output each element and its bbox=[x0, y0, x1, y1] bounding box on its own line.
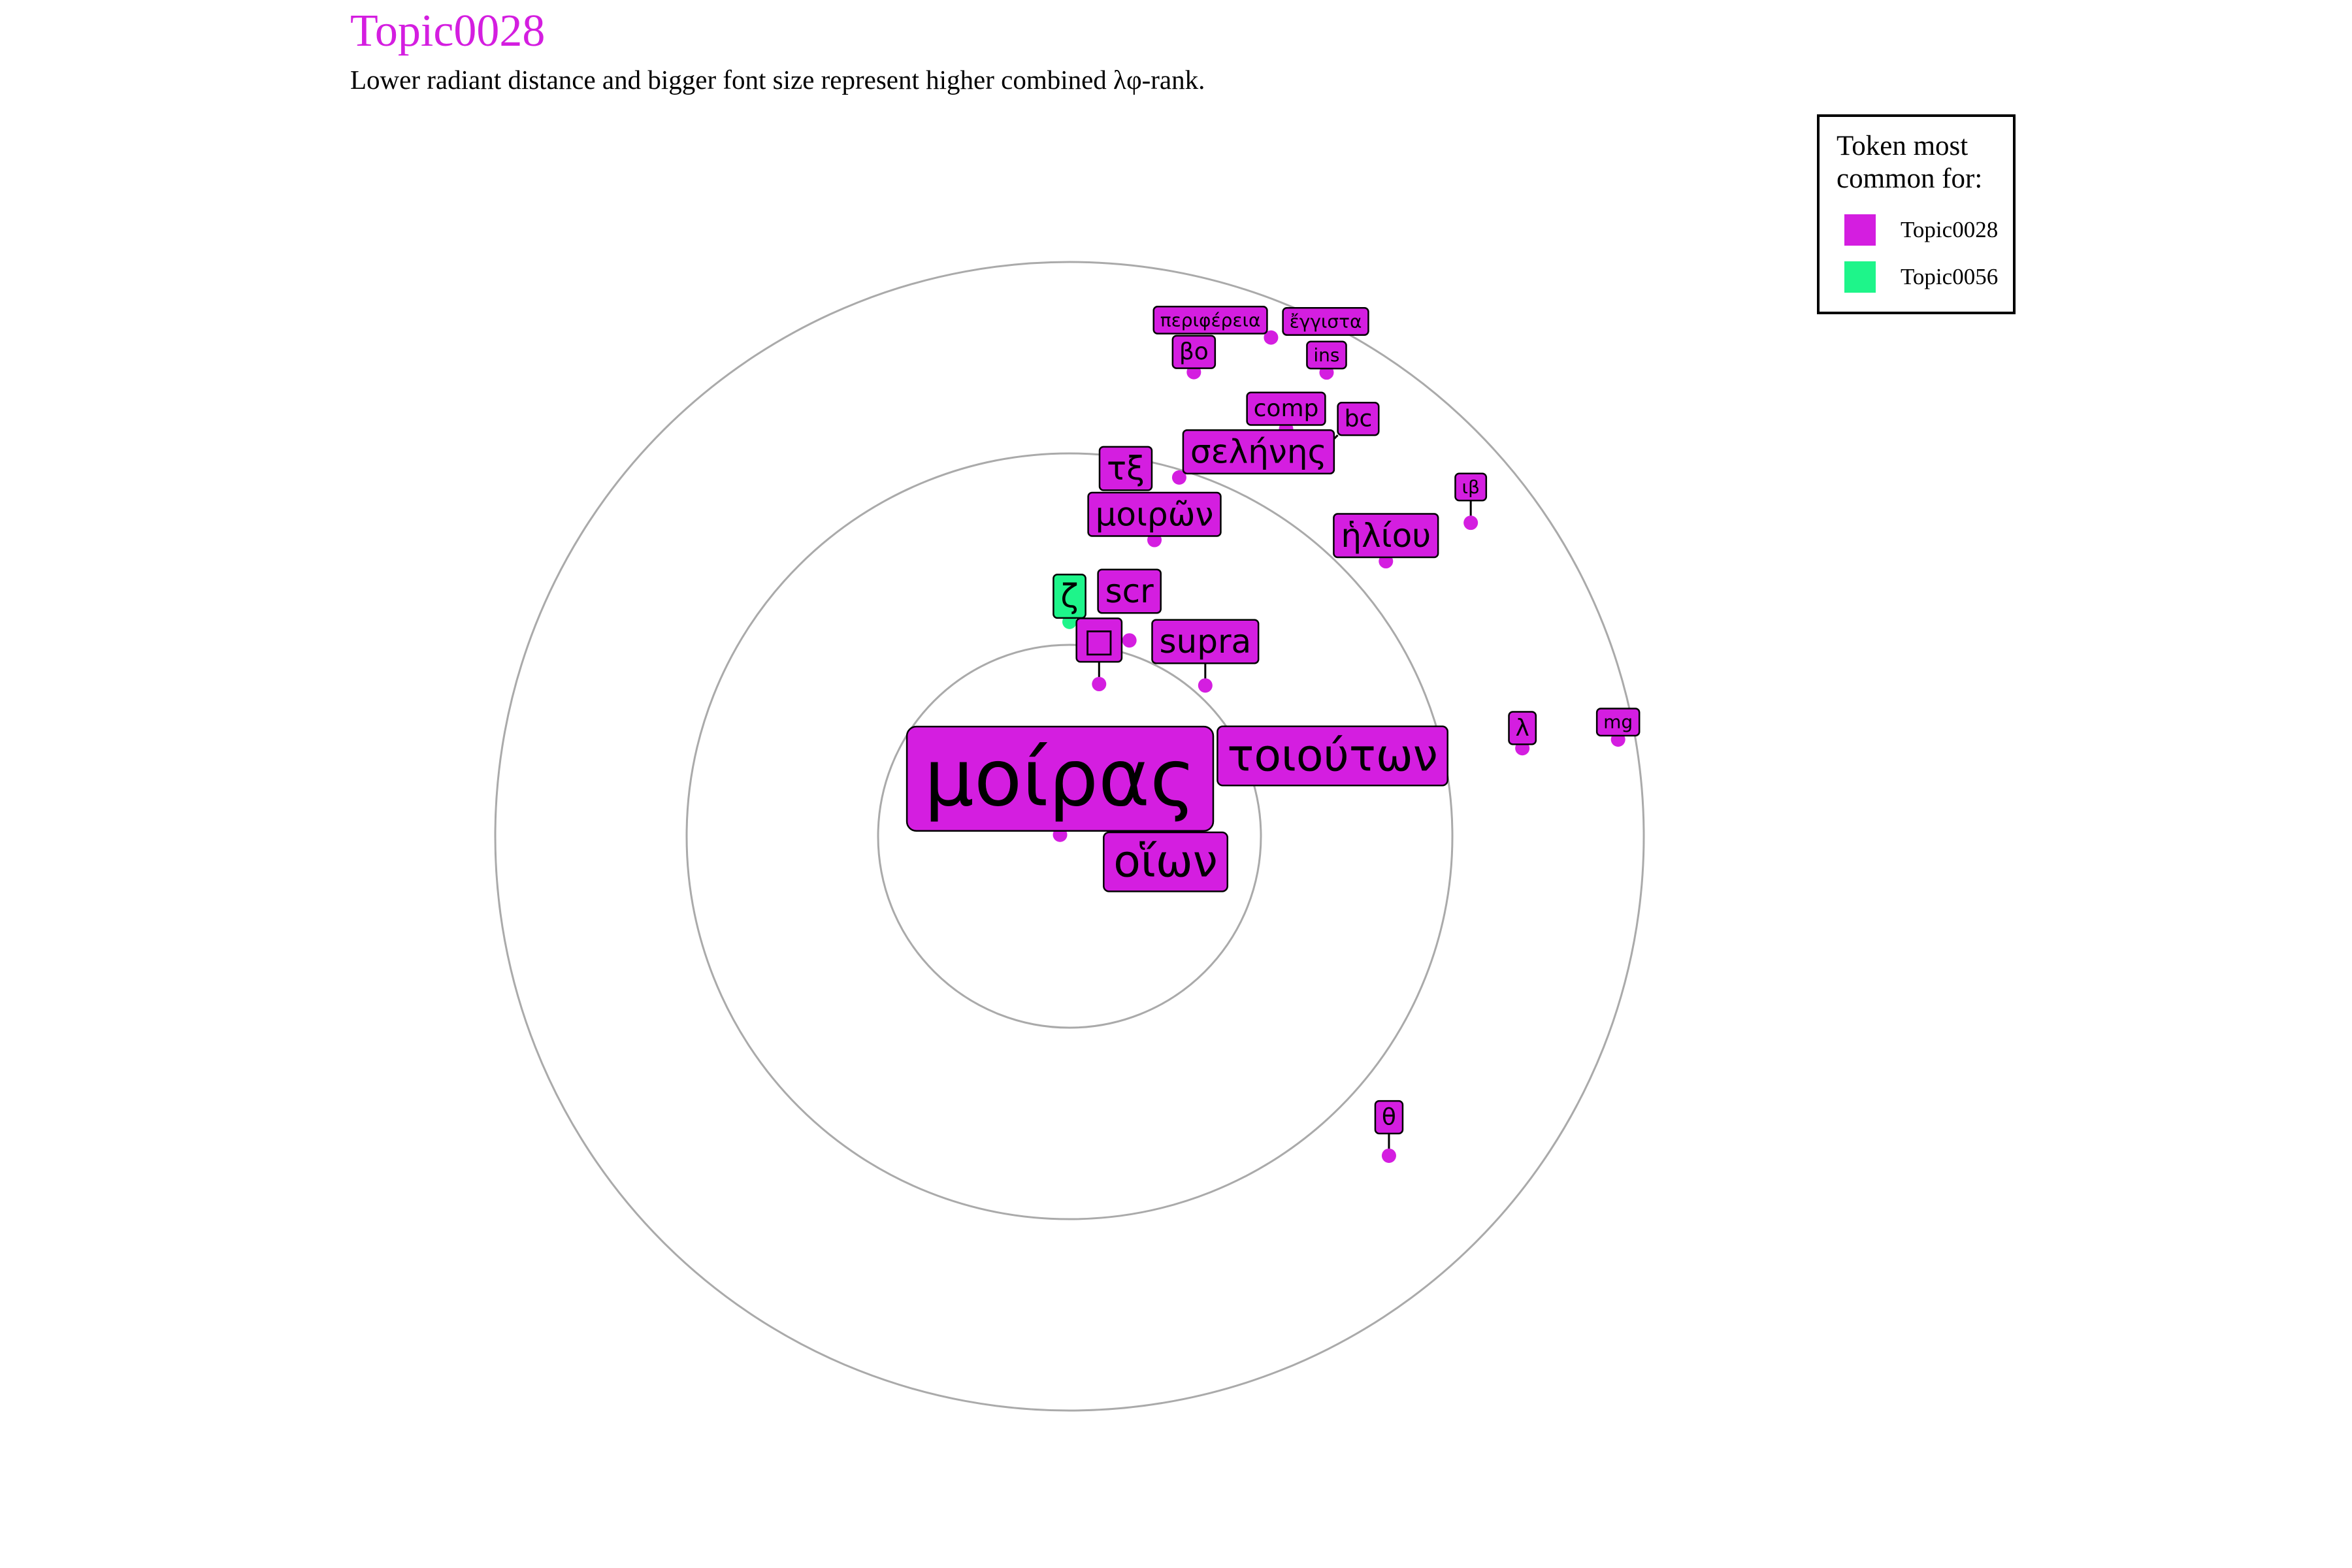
token-15-ins-label: ins bbox=[1313, 344, 1339, 366]
token-5---point bbox=[1092, 677, 1107, 692]
token-6-scr-point bbox=[1122, 633, 1137, 648]
token-18---point bbox=[1463, 515, 1478, 531]
token-10---label: σελήνης bbox=[1190, 433, 1327, 471]
legend-label-topic0056: Topic0056 bbox=[1901, 264, 1999, 289]
legend-label-topic0028: Topic0028 bbox=[1901, 217, 1999, 242]
token-5---label: □ bbox=[1084, 621, 1115, 659]
token-17---label: περιφέρεια bbox=[1160, 309, 1261, 331]
token-12-bc-label: bc bbox=[1345, 406, 1373, 433]
token-4-supra-label: supra bbox=[1159, 623, 1251, 661]
legend: Token most common for: Topic0028 Topic00… bbox=[1817, 114, 2016, 314]
chart-subtitle: Lower radiant distance and bigger font s… bbox=[350, 65, 1205, 95]
token-7---label: ζ bbox=[1060, 578, 1078, 615]
token-3---label: τοιούτων bbox=[1227, 730, 1437, 782]
token-8---label: μοιρῶν bbox=[1096, 495, 1214, 533]
token-18---label: ιβ bbox=[1462, 476, 1479, 498]
token-21-mg-label: mg bbox=[1603, 711, 1633, 733]
legend-swatch-topic0056 bbox=[1844, 261, 1876, 293]
legend-title: Token most common for: bbox=[1837, 131, 1983, 194]
token-13-comp-label: comp bbox=[1254, 395, 1319, 422]
legend-item-topic0028: Topic0028 bbox=[1844, 214, 1998, 246]
token-11---label: ἡλίου bbox=[1341, 517, 1431, 555]
legend-swatch-topic0028 bbox=[1844, 214, 1876, 246]
token-1---label: μοίρας bbox=[924, 733, 1196, 824]
token-20---label: θ bbox=[1382, 1104, 1396, 1131]
token-2---label: οἵων bbox=[1113, 836, 1218, 888]
token-labels: μοίρας οἵων τοιούτων supra □ scrζ μοιρῶν τξ σελή… bbox=[906, 305, 1641, 1135]
legend-item-topic0056: Topic0056 bbox=[1844, 261, 1998, 293]
radial-rings bbox=[494, 261, 1645, 1412]
token-16---label: ἔγγιστα bbox=[1290, 310, 1362, 332]
token-19---label: λ bbox=[1516, 715, 1529, 742]
token-14--o-label: βo bbox=[1179, 338, 1209, 365]
token-4-supra-point bbox=[1198, 678, 1213, 693]
ring-2 bbox=[685, 452, 1454, 1220]
token-9---label: τξ bbox=[1107, 449, 1145, 487]
chart-title: Topic0028 bbox=[350, 6, 546, 56]
ring-3 bbox=[494, 261, 1645, 1412]
token-6-scr-label: scr bbox=[1105, 572, 1154, 610]
token-20---point bbox=[1381, 1148, 1396, 1163]
